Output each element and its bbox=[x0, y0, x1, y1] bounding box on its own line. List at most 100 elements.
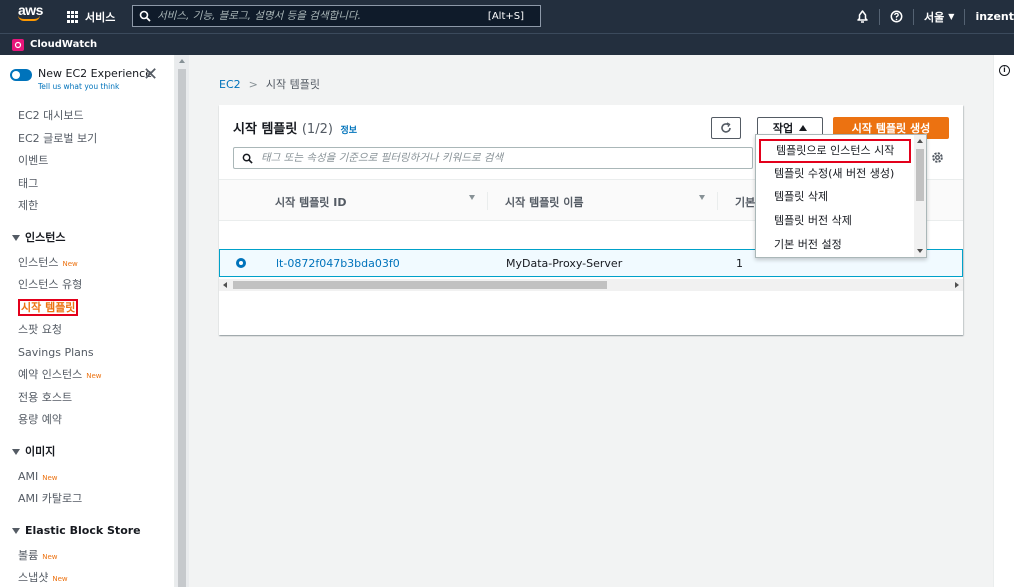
sort-icon[interactable] bbox=[469, 195, 475, 200]
sort-icon[interactable] bbox=[699, 195, 705, 200]
scroll-up-icon[interactable] bbox=[179, 59, 185, 63]
menu-item-delete-template-version[interactable]: 템플릿 버전 삭제 bbox=[756, 209, 914, 233]
sidebar-item-capacity-reservations[interactable]: 용량 예약 bbox=[0, 409, 174, 432]
favorites-bar: CloudWatch bbox=[0, 33, 1014, 55]
region-selector[interactable]: 서울 ▼ bbox=[914, 9, 964, 25]
sidebar-item-limits[interactable]: 제한 bbox=[0, 195, 174, 218]
gear-icon bbox=[932, 152, 943, 163]
sidebar-item-ec2-global-view[interactable]: EC2 글로벌 보기 bbox=[0, 128, 174, 151]
menu-item-set-default-version[interactable]: 기본 버전 설정 bbox=[756, 233, 914, 257]
selection-count: (1/2) bbox=[301, 122, 333, 137]
account-label: inzent bbox=[975, 10, 1014, 23]
section-label: 이미지 bbox=[25, 444, 56, 458]
sidebar-scrollbar[interactable] bbox=[175, 55, 189, 587]
caret-up-icon bbox=[799, 125, 808, 131]
sidebar-item-volumes[interactable]: 볼륨 New bbox=[0, 545, 174, 568]
cloudwatch-icon bbox=[12, 38, 24, 51]
new-badge: New bbox=[52, 575, 68, 583]
sidebar-item-spot-requests[interactable]: 스팟 요청 bbox=[0, 319, 174, 342]
toggle-title: New EC2 Experience bbox=[38, 67, 152, 80]
top-navigation-bar: aws 서비스 [Alt+S] 서울 ▼ inzent bbox=[0, 0, 1014, 33]
sidebar-item-dedicated-hosts[interactable]: 전용 호스트 bbox=[0, 387, 174, 410]
sidebar-item-reserved-instances[interactable]: 예약 인스턴스 New bbox=[0, 364, 174, 387]
scroll-down-icon[interactable] bbox=[917, 249, 923, 253]
nav-utility-group: 서울 ▼ inzent bbox=[846, 0, 1014, 33]
caret-down-icon bbox=[12, 527, 20, 534]
section-label: Elastic Block Store bbox=[25, 523, 141, 537]
close-icon[interactable]: ✕ bbox=[143, 66, 158, 84]
sidebar-item-instances[interactable]: 인스턴스 New bbox=[0, 252, 174, 275]
sidebar-nav: EC2 대시보드 EC2 글로벌 보기 이벤트 태그 제한 인스턴스 인스턴스 N… bbox=[0, 105, 174, 587]
help-icon bbox=[890, 10, 903, 23]
scrollbar-thumb[interactable] bbox=[178, 69, 186, 587]
filter-search[interactable] bbox=[233, 147, 753, 169]
column-header-default-version[interactable]: 기본 bbox=[735, 194, 755, 210]
section-label: 인스턴스 bbox=[25, 230, 66, 244]
caret-down-icon bbox=[12, 234, 20, 241]
new-badge: New bbox=[42, 552, 58, 561]
sidebar-item-savings-plans[interactable]: Savings Plans bbox=[0, 342, 174, 365]
scroll-up-icon[interactable] bbox=[917, 139, 923, 143]
menu-scrollbar[interactable] bbox=[914, 135, 926, 257]
actions-menu: 템플릿으로 인스턴스 시작 템플릿 수정(새 버전 생성) 템플릿 삭제 템플릿… bbox=[755, 134, 927, 258]
refresh-button[interactable] bbox=[711, 117, 741, 139]
column-header-template-name[interactable]: 시작 템플릿 이름 bbox=[505, 194, 584, 210]
menu-item-delete-template[interactable]: 템플릿 삭제 bbox=[756, 185, 914, 209]
default-version-cell: 1 bbox=[736, 257, 743, 270]
new-badge: New bbox=[62, 259, 78, 268]
region-label: 서울 bbox=[924, 10, 945, 24]
sidebar-item-events[interactable]: 이벤트 bbox=[0, 150, 174, 173]
row-select-radio[interactable] bbox=[236, 258, 246, 268]
template-id-link[interactable]: lt-0872f047b3bda03f0 bbox=[276, 257, 400, 270]
sidebar-item-ami-catalog[interactable]: AMI 카탈로그 bbox=[0, 488, 174, 511]
scrollbar-thumb[interactable] bbox=[916, 149, 924, 201]
menu-item-modify-template[interactable]: 템플릿 수정(새 버전 생성) bbox=[756, 162, 914, 186]
caret-down-icon: ▼ bbox=[948, 12, 955, 21]
breadcrumb: EC2 > 시작 템플릿 bbox=[219, 76, 320, 92]
sidebar-item-tags[interactable]: 태그 bbox=[0, 173, 174, 196]
sidebar-item-launch-templates[interactable]: 시작 템플릿 bbox=[0, 297, 174, 320]
sidebar-item-instance-types[interactable]: 인스턴스 유형 bbox=[0, 274, 174, 297]
account-menu[interactable]: inzent bbox=[965, 10, 1014, 23]
filter-input[interactable] bbox=[261, 152, 752, 164]
notifications-button[interactable] bbox=[846, 10, 879, 23]
scrollbar-thumb[interactable] bbox=[233, 281, 607, 289]
help-button[interactable] bbox=[880, 10, 913, 23]
aws-logo-text: aws bbox=[18, 2, 43, 18]
table-settings-button[interactable] bbox=[931, 151, 944, 167]
new-badge: New bbox=[86, 372, 102, 380]
scroll-right-icon[interactable] bbox=[955, 282, 959, 288]
scroll-left-icon[interactable] bbox=[223, 282, 227, 288]
help-panel-rail: i bbox=[993, 55, 1014, 587]
search-icon bbox=[242, 153, 253, 164]
aws-logo[interactable]: aws bbox=[18, 3, 50, 29]
search-icon bbox=[139, 10, 151, 22]
feedback-link[interactable]: Tell us what you think bbox=[38, 82, 152, 91]
info-link[interactable]: 정보 bbox=[340, 126, 357, 136]
info-icon[interactable]: i bbox=[999, 65, 1010, 76]
breadcrumb-ec2-link[interactable]: EC2 bbox=[219, 78, 241, 91]
bell-icon bbox=[857, 10, 868, 23]
sidebar-item-ami[interactable]: AMI New bbox=[0, 466, 174, 489]
column-header-template-id[interactable]: 시작 템플릿 ID bbox=[275, 194, 346, 210]
breadcrumb-separator: > bbox=[248, 77, 258, 91]
breadcrumb-current: 시작 템플릿 bbox=[265, 78, 320, 91]
services-menu-button[interactable]: 서비스 bbox=[67, 9, 115, 25]
new-badge: New bbox=[42, 473, 58, 482]
global-search-input[interactable] bbox=[157, 10, 488, 22]
new-experience-toggle[interactable] bbox=[10, 69, 32, 81]
sidebar-section-ebs[interactable]: Elastic Block Store bbox=[0, 517, 174, 545]
sidebar-item-snapshots[interactable]: 스냅샷 New bbox=[0, 567, 174, 587]
sidebar-section-instances[interactable]: 인스턴스 bbox=[0, 224, 174, 252]
page-title: 시작 템플릿 (1/2) 정보 bbox=[233, 122, 358, 137]
grid-icon bbox=[67, 11, 79, 23]
cloudwatch-favorite-link[interactable]: CloudWatch bbox=[30, 39, 97, 50]
menu-item-launch-instance-from-template[interactable]: 템플릿으로 인스턴스 시작 bbox=[759, 139, 911, 163]
global-search[interactable]: [Alt+S] bbox=[132, 5, 541, 27]
sidebar: New EC2 Experience Tell us what you thin… bbox=[0, 55, 175, 587]
table-horizontal-scrollbar[interactable] bbox=[219, 279, 963, 291]
sidebar-item-ec2-dashboard[interactable]: EC2 대시보드 bbox=[0, 105, 174, 128]
sidebar-section-images[interactable]: 이미지 bbox=[0, 438, 174, 466]
new-experience-toggle-row: New EC2 Experience Tell us what you thin… bbox=[10, 67, 152, 91]
refresh-icon bbox=[721, 122, 731, 133]
